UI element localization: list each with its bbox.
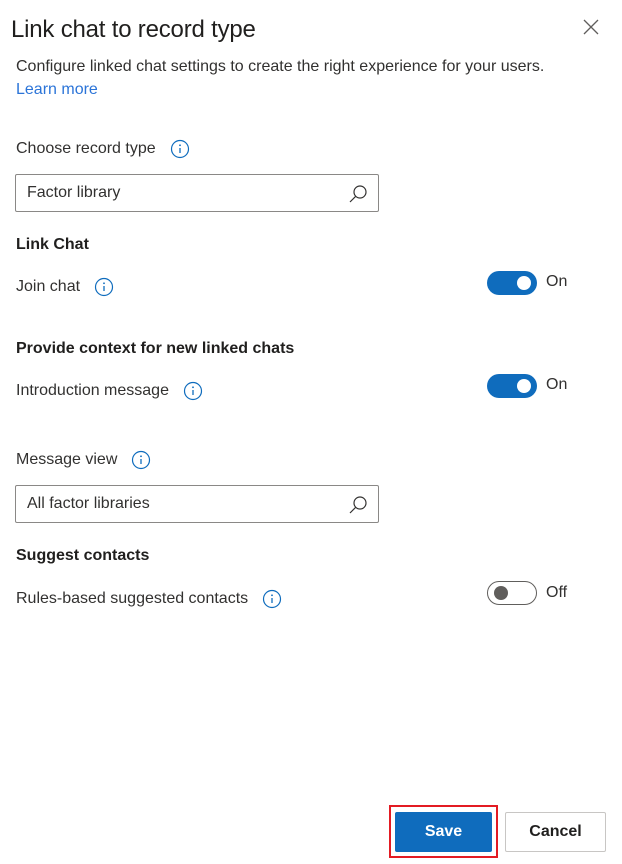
message-view-input[interactable]: All factor libraries <box>15 485 379 523</box>
panel-description: Configure linked chat settings to create… <box>16 58 545 75</box>
info-icon[interactable] <box>94 277 114 297</box>
record-type-value: Factor library <box>27 184 121 201</box>
info-icon[interactable] <box>262 589 282 609</box>
record-type-label: Choose record type <box>16 140 156 157</box>
panel-title: Link chat to record type <box>11 16 256 43</box>
join-chat-toggle[interactable] <box>487 271 537 295</box>
toggle-knob <box>517 379 531 393</box>
search-icon[interactable] <box>347 494 369 516</box>
toggle-knob <box>494 586 508 600</box>
intro-message-state: On <box>546 376 568 393</box>
intro-message-label: Introduction message <box>16 382 169 399</box>
suggest-contacts-heading: Suggest contacts <box>16 547 150 564</box>
info-icon[interactable] <box>131 450 151 470</box>
link-chat-heading: Link Chat <box>16 236 89 253</box>
rules-based-label-row: Rules-based suggested contacts <box>16 589 282 609</box>
intro-message-toggle[interactable] <box>487 374 537 398</box>
join-chat-label: Join chat <box>16 278 81 295</box>
info-icon[interactable] <box>170 139 190 159</box>
info-icon[interactable] <box>183 381 203 401</box>
context-heading: Provide context for new linked chats <box>16 340 295 357</box>
cancel-button[interactable]: Cancel <box>505 812 606 852</box>
toggle-knob <box>517 276 531 290</box>
close-icon[interactable] <box>580 16 602 38</box>
join-chat-state: On <box>546 273 568 290</box>
message-view-label-row: Message view <box>16 450 151 470</box>
rules-based-toggle[interactable] <box>487 581 537 605</box>
message-view-label: Message view <box>16 451 118 468</box>
message-view-value: All factor libraries <box>27 495 150 512</box>
record-type-label-row: Choose record type <box>16 139 190 159</box>
rules-based-state: Off <box>546 584 568 601</box>
intro-message-label-row: Introduction message <box>16 381 203 401</box>
save-button[interactable]: Save <box>395 812 492 852</box>
search-icon[interactable] <box>347 183 369 205</box>
join-chat-label-row: Join chat <box>16 277 114 297</box>
learn-more-link[interactable]: Learn more <box>16 81 98 99</box>
rules-based-label: Rules-based suggested contacts <box>16 590 249 607</box>
record-type-input[interactable]: Factor library <box>15 174 379 212</box>
